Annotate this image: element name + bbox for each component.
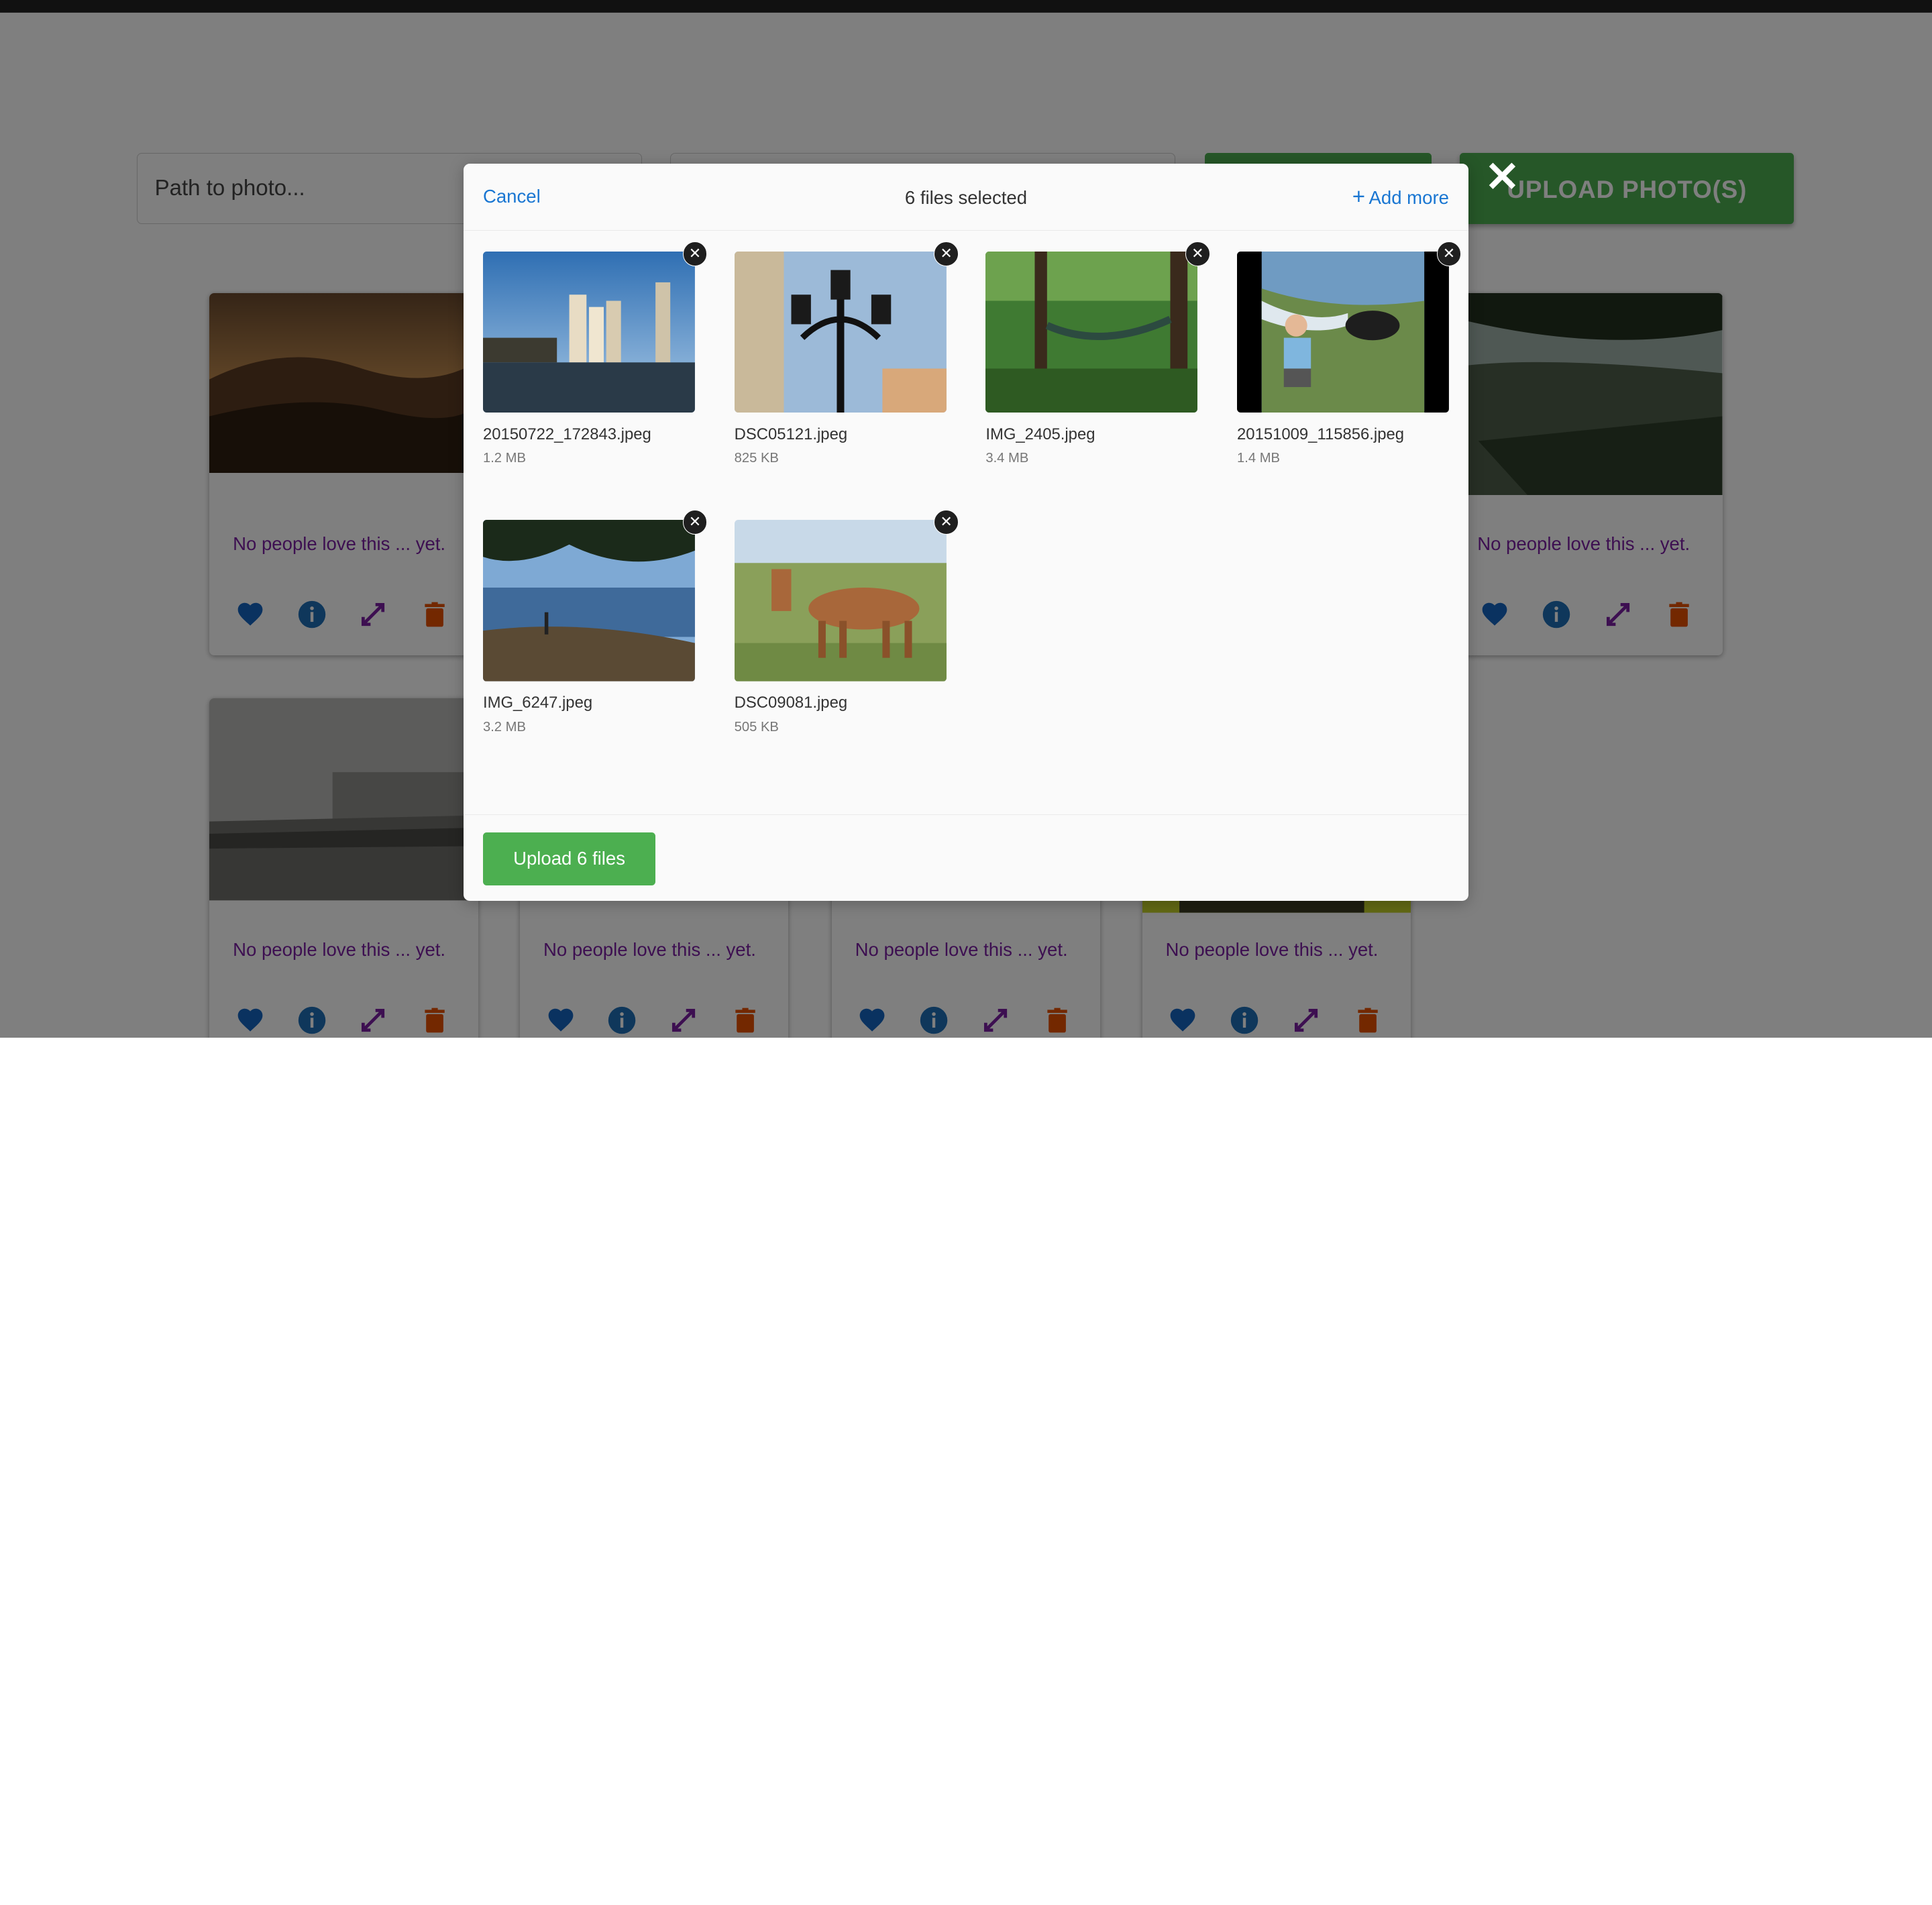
file-size: 3.2 MB [482, 719, 526, 734]
file-preview [482, 520, 695, 682]
remove-file-button[interactable]: ✕ [934, 510, 959, 535]
file-name: 20150722_172843.jpeg [482, 425, 651, 443]
photo-app: UPLOAD PHOTO(S) No people love this ... … [0, 0, 1932, 1038]
file-preview [1237, 251, 1449, 413]
file-size: 1.4 MB [1237, 451, 1280, 466]
remove-file-button[interactable]: ✕ [934, 241, 959, 266]
remove-file-button[interactable]: ✕ [1436, 241, 1462, 266]
close-icon[interactable]: ✕ [1485, 156, 1519, 198]
add-more-label: Add more [1368, 187, 1449, 209]
file-preview [985, 251, 1198, 413]
plus-icon: + [1352, 184, 1366, 210]
file-preview [734, 520, 947, 682]
file-preview [734, 251, 947, 413]
upload-dialog: Cancel 6 files selected + Add more ✕ 2015… [463, 164, 1469, 901]
dialog-title: 6 files selected [904, 187, 1028, 209]
file-name: 20151009_115856.jpeg [1237, 425, 1405, 443]
dialog-header: Cancel 6 files selected + Add more [463, 164, 1469, 231]
file-name: DSC09081.jpeg [734, 694, 848, 712]
file-size: 505 KB [734, 719, 779, 734]
remove-file-button[interactable]: ✕ [682, 510, 708, 535]
file-name: IMG_6247.jpeg [482, 694, 593, 712]
file-size: 1.2 MB [482, 451, 526, 466]
file-name: DSC05121.jpeg [734, 425, 848, 443]
remove-file-button[interactable]: ✕ [1185, 241, 1210, 266]
dialog-footer: Upload 6 files [463, 814, 1469, 901]
file-size: 3.4 MB [985, 451, 1029, 466]
add-more-button[interactable]: + Add more [1352, 184, 1449, 210]
file-size: 825 KB [734, 451, 779, 466]
upload-files-button[interactable]: Upload 6 files [482, 832, 656, 885]
file-name: IMG_2405.jpeg [985, 425, 1095, 443]
file-preview [482, 251, 695, 413]
remove-file-button[interactable]: ✕ [682, 241, 708, 266]
